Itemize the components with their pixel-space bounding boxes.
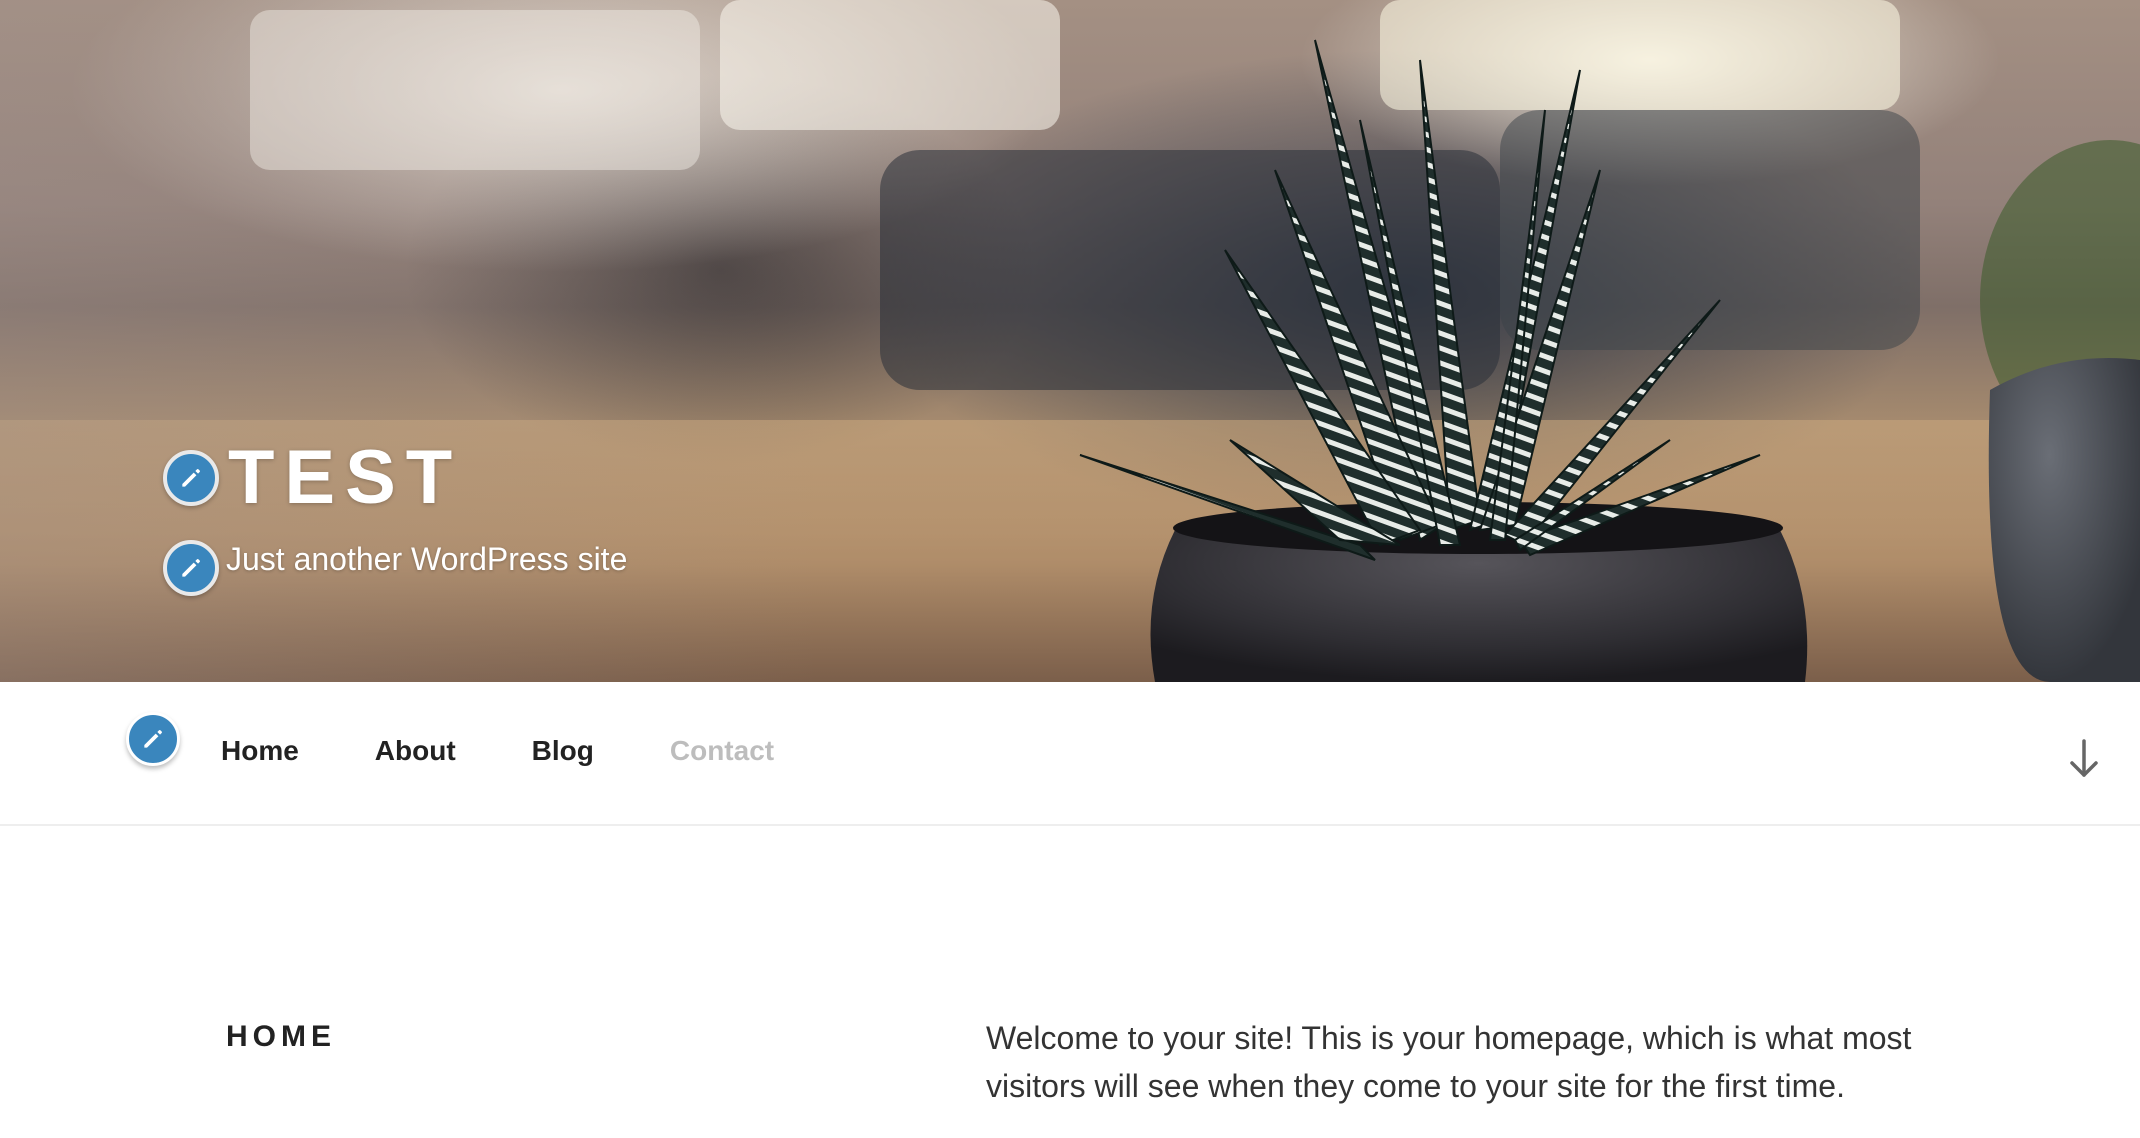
scroll-down-button[interactable]: [2066, 734, 2102, 782]
nav-item-blog[interactable]: Blog: [532, 734, 594, 768]
page-body-text: Welcome to your site! This is your homep…: [986, 1020, 1912, 1104]
site-header: TEST Just another WordPress site: [0, 0, 2140, 682]
edit-menu-button[interactable]: [126, 712, 180, 766]
main-navigation: Home About Blog Contact: [0, 682, 2140, 826]
site-title[interactable]: TEST: [228, 440, 462, 516]
nav-item-home[interactable]: Home: [221, 734, 299, 768]
pencil-edit-icon: [182, 468, 201, 487]
edit-tagline-button[interactable]: [163, 540, 219, 596]
pencil-edit-icon: [144, 729, 163, 748]
site-tagline: Just another WordPress site: [226, 541, 628, 577]
hero-background-image: [250, 0, 2140, 682]
nav-item-contact[interactable]: Contact: [670, 734, 774, 768]
edit-site-title-button[interactable]: [163, 450, 219, 506]
arrow-down-icon: [2070, 739, 2098, 777]
page-title: HOME: [226, 1020, 336, 1053]
nav-menu: Home About Blog Contact: [221, 734, 850, 768]
nav-item-about[interactable]: About: [375, 734, 456, 768]
pencil-edit-icon: [182, 558, 201, 577]
